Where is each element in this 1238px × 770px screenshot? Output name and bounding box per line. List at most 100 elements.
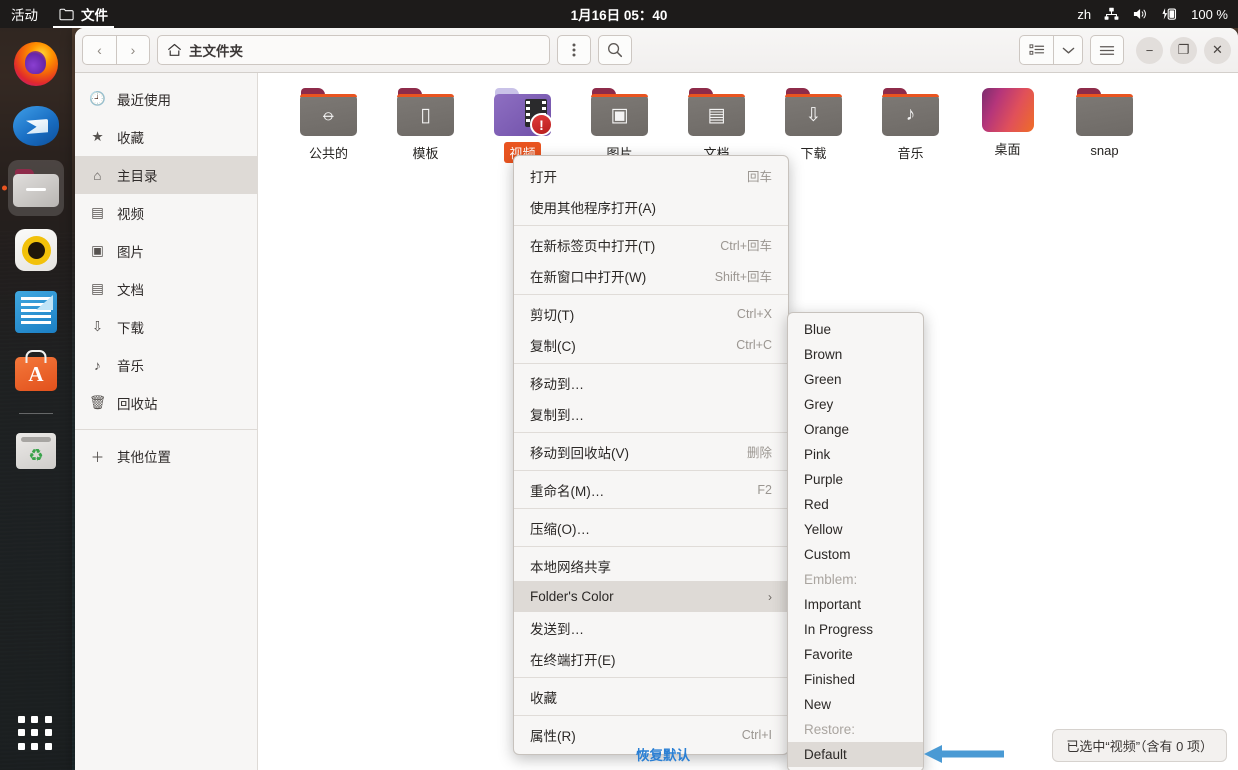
file-item-templates[interactable]: ▯ 模板 <box>377 83 474 163</box>
submenu-item-purple[interactable]: Purple <box>788 467 923 492</box>
menu-item-send-to[interactable]: 发送到… <box>514 612 788 643</box>
top-bar-left: 活动 文件 <box>0 0 118 28</box>
submenu-item-brown[interactable]: Brown <box>788 342 923 367</box>
dock-item-trash[interactable]: ♻ <box>8 423 64 479</box>
submenu-item-grey[interactable]: Grey <box>788 392 923 417</box>
sidebar-item-music[interactable]: ♪ 音乐 <box>75 346 257 384</box>
sidebar-item-label: 主目录 <box>117 165 158 185</box>
dock-item-ubuntu-software[interactable]: A <box>8 346 64 402</box>
show-applications-button[interactable] <box>18 716 54 752</box>
keyboard-layout-indicator[interactable]: zh <box>1077 7 1091 22</box>
menu-item-copy-to[interactable]: 复制到… <box>514 398 788 429</box>
sidebar-item-starred[interactable]: ★ 收藏 <box>75 118 257 156</box>
dock-item-libreoffice-writer[interactable] <box>8 284 64 340</box>
menu-item-rename[interactable]: 重命名(M)… F2 <box>514 474 788 505</box>
folder-color-submenu[interactable]: Blue Brown Green Grey Orange Pink Purple… <box>787 312 924 770</box>
file-item-snap[interactable]: snap <box>1056 83 1153 163</box>
view-options-dropdown[interactable] <box>1053 35 1083 65</box>
activities-button[interactable]: 活动 <box>0 0 49 28</box>
sidebar-item-documents[interactable]: ▤ 文档 <box>75 270 257 308</box>
menu-item-star[interactable]: 收藏 <box>514 681 788 712</box>
sidebar-item-videos[interactable]: ▤ 视频 <box>75 194 257 232</box>
thunderbird-icon <box>13 106 59 146</box>
context-menu[interactable]: 打开 回车 使用其他程序打开(A) 在新标签页中打开(T) Ctrl+回车 在新… <box>513 155 789 755</box>
vertical-dots-icon <box>572 42 576 58</box>
file-item-public[interactable]: ⦵ 公共的 <box>280 83 377 163</box>
sidebar-item-recent[interactable]: 🕘 最近使用 <box>75 80 257 118</box>
important-emblem-icon: ! <box>530 113 553 136</box>
menu-separator <box>514 363 788 364</box>
dock-item-thunderbird[interactable] <box>8 98 64 154</box>
forward-button[interactable]: › <box>116 35 150 65</box>
submenu-item-pink[interactable]: Pink <box>788 442 923 467</box>
submenu-item-favorite[interactable]: Favorite <box>788 642 923 667</box>
menu-item-move-to-trash[interactable]: 移动到回收站(V) 删除 <box>514 436 788 467</box>
submenu-item-label: Orange <box>804 422 849 437</box>
main-menu-button[interactable] <box>1090 35 1124 65</box>
menu-separator <box>514 546 788 547</box>
more-options-button[interactable] <box>557 35 591 65</box>
menu-item-label: 在终端打开(E) <box>530 649 616 669</box>
submenu-item-finished[interactable]: Finished <box>788 667 923 692</box>
path-bar[interactable]: 主文件夹 <box>157 35 550 65</box>
clock-button[interactable]: 1月16日 05：40 <box>571 4 668 24</box>
menu-item-folders-color[interactable]: Folder's Color › <box>514 581 788 612</box>
menu-item-local-network-share[interactable]: 本地网络共享 <box>514 550 788 581</box>
sidebar-item-home[interactable]: ⌂ 主目录 <box>75 156 257 194</box>
menu-item-accel: 删除 <box>747 442 772 461</box>
dock-item-files[interactable] <box>8 160 64 216</box>
submenu-item-label: Green <box>804 372 842 387</box>
submenu-item-green[interactable]: Green <box>788 367 923 392</box>
menu-item-copy[interactable]: 复制(C) Ctrl+C <box>514 329 788 360</box>
menu-item-accel: Ctrl+回车 <box>720 235 772 254</box>
app-menu-files[interactable]: 文件 <box>49 0 118 28</box>
file-item-downloads[interactable]: ⇩ 下载 <box>765 83 862 163</box>
file-item-desktop[interactable]: 桌面 <box>959 83 1056 163</box>
close-button[interactable]: ✕ <box>1204 37 1231 64</box>
submenu-item-yellow[interactable]: Yellow <box>788 517 923 542</box>
menu-item-open-with[interactable]: 使用其他程序打开(A) <box>514 191 788 222</box>
file-item-pictures[interactable]: ▣ 图片 <box>571 83 668 163</box>
sidebar-item-trash[interactable]: 🗑 回收站 <box>75 384 257 422</box>
menu-item-move-to[interactable]: 移动到… <box>514 367 788 398</box>
menu-item-open-in-new-window[interactable]: 在新窗口中打开(W) Shift+回车 <box>514 260 788 291</box>
template-icon: ▯ <box>397 88 454 136</box>
menu-item-label: 移动到回收站(V) <box>530 442 629 462</box>
dock-item-firefox[interactable] <box>8 36 64 92</box>
submenu-item-important[interactable]: Important <box>788 592 923 617</box>
submenu-item-new[interactable]: New <box>788 692 923 717</box>
menu-item-open-in-new-tab[interactable]: 在新标签页中打开(T) Ctrl+回车 <box>514 229 788 260</box>
submenu-item-label: Custom <box>804 547 851 562</box>
system-status-area[interactable]: zh <box>1077 7 1228 22</box>
submenu-item-label: Default <box>804 747 847 762</box>
sidebar-item-downloads[interactable]: ⇩ 下载 <box>75 308 257 346</box>
menu-item-open-in-terminal[interactable]: 在终端打开(E) <box>514 643 788 674</box>
menu-item-open[interactable]: 打开 回车 <box>514 160 788 191</box>
submenu-item-default[interactable]: Default <box>788 742 923 767</box>
back-button[interactable]: ‹ <box>82 35 116 65</box>
submenu-item-red[interactable]: Red <box>788 492 923 517</box>
submenu-item-label: Red <box>804 497 829 512</box>
menu-item-cut[interactable]: 剪切(T) Ctrl+X <box>514 298 788 329</box>
sidebar-item-pictures[interactable]: ▣ 图片 <box>75 232 257 270</box>
menu-item-label: 复制到… <box>530 404 584 424</box>
submenu-item-in-progress[interactable]: In Progress <box>788 617 923 642</box>
menu-item-compress[interactable]: 压缩(O)… <box>514 512 788 543</box>
ubuntu-dock: A ♻ <box>0 28 72 770</box>
menu-item-label: Folder's Color <box>530 589 614 604</box>
sidebar-item-other-locations[interactable]: ＋ 其他位置 <box>75 437 257 475</box>
submenu-item-custom[interactable]: Custom <box>788 542 923 567</box>
search-button[interactable] <box>598 35 632 65</box>
file-item-documents[interactable]: ▤ 文档 <box>668 83 765 163</box>
menu-separator <box>514 508 788 509</box>
list-view-button[interactable] <box>1019 35 1053 65</box>
file-item-videos[interactable]: ! 视频 <box>474 83 571 163</box>
minimize-icon: − <box>1146 43 1154 58</box>
maximize-button[interactable]: ❐ <box>1170 37 1197 64</box>
submenu-item-blue[interactable]: Blue <box>788 317 923 342</box>
sidebar-item-label: 视频 <box>117 203 144 223</box>
minimize-button[interactable]: − <box>1136 37 1163 64</box>
submenu-item-orange[interactable]: Orange <box>788 417 923 442</box>
dock-item-rhythmbox[interactable] <box>8 222 64 278</box>
file-item-music[interactable]: ♪ 音乐 <box>862 83 959 163</box>
